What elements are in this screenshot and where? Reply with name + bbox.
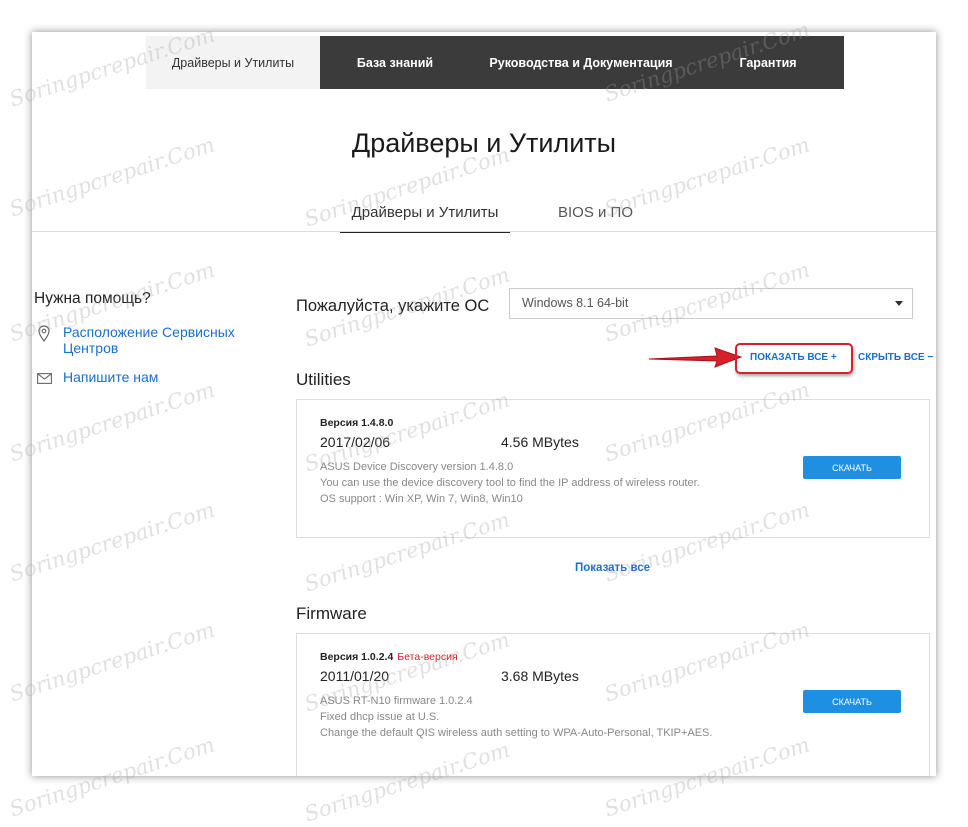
beta-badge: Бета-версия	[397, 651, 458, 663]
minus-icon: −	[927, 352, 934, 363]
hide-all-button[interactable]: СКРЫТЬ ВСЕ −	[858, 352, 933, 363]
section-title-firmware: Firmware	[296, 604, 367, 623]
subtab-drivers-utilities[interactable]: Драйверы и Утилиты	[340, 204, 510, 233]
os-select[interactable]: Windows 8.1 64-bit	[509, 288, 913, 319]
write-us-row[interactable]: Напишите нам	[34, 369, 263, 387]
download-button[interactable]: СКАЧАТЬ	[803, 456, 901, 479]
chevron-down-icon	[895, 301, 903, 306]
tab-warranty[interactable]: Гарантия	[692, 36, 844, 89]
show-all-link[interactable]: Показать все	[575, 562, 650, 574]
write-us-link[interactable]: Напишите нам	[63, 369, 263, 385]
section-title-utilities: Utilities	[296, 370, 351, 389]
download-card-firmware: Версия 1.0.2.4 Бета-версия 2011/01/20 3.6…	[296, 633, 930, 776]
download-button[interactable]: СКАЧАТЬ	[803, 690, 901, 713]
mail-icon	[34, 369, 54, 387]
show-all-label: ПОКАЗАТЬ ВСЕ	[750, 352, 829, 363]
tab-knowledge-base[interactable]: База знаний	[320, 36, 470, 89]
file-size: 3.68 MBytes	[501, 668, 579, 684]
plus-icon: +	[830, 352, 837, 363]
release-date: 2017/02/06	[320, 434, 391, 450]
service-centers-row[interactable]: Расположение Сервисных Центров	[34, 324, 263, 356]
description: ASUS Device Discovery version 1.4.8.0 Yo…	[320, 461, 700, 505]
red-arrow-icon	[648, 347, 743, 368]
download-card-utilities: Версия 1.4.8.0 2017/02/06 4.56 MBytes AS…	[296, 399, 930, 538]
tab-drivers-utilities[interactable]: Драйверы и Утилиты	[146, 36, 320, 89]
service-centers-link[interactable]: Расположение Сервисных Центров	[63, 324, 263, 356]
subtab-bios-software[interactable]: BIOS и ПО	[558, 204, 633, 231]
divider	[32, 231, 936, 232]
release-date: 2011/01/20	[320, 668, 390, 684]
version-label: Версия 1.0.2.4 Бета-версия	[320, 651, 458, 663]
show-all-button[interactable]: ПОКАЗАТЬ ВСЕ +	[750, 352, 837, 363]
hide-all-label: СКРЫТЬ ВСЕ	[858, 352, 925, 363]
description: ASUS RT-N10 firmware 1.0.2.4 Fixed dhcp …	[320, 695, 713, 739]
page-title: Драйверы и Утилиты	[351, 128, 617, 158]
top-nav: Драйверы и Утилиты База знаний Руководст…	[146, 36, 844, 89]
tab-manuals-docs[interactable]: Руководства и Документация	[470, 36, 692, 89]
file-size: 4.56 MBytes	[501, 434, 579, 450]
location-pin-icon	[34, 324, 54, 342]
asus-support-panel: Драйверы и Утилиты База знаний Руководст…	[32, 32, 936, 776]
version-text: Версия 1.0.2.4	[320, 651, 394, 663]
help-title: Нужна помощь?	[34, 290, 151, 307]
os-selected-value: Windows 8.1 64-bit	[522, 296, 629, 310]
sub-tabs: Драйверы и Утилиты BIOS и ПО	[32, 204, 936, 233]
version-label: Версия 1.4.8.0	[320, 417, 394, 429]
os-label: Пожалуйста, укажите ОС	[296, 297, 490, 315]
